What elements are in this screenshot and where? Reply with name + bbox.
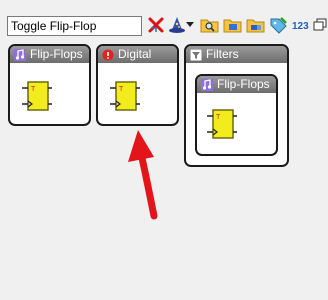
window-restore-icon [313, 18, 327, 31]
folder-open-button[interactable] [222, 14, 244, 36]
svg-text:T: T [216, 114, 221, 121]
panel-flipflops-header: Flip-Flops [10, 46, 89, 63]
panel-filters-flipflops[interactable]: Flip-Flops T [195, 74, 278, 156]
numeric-sort-icon: 123 [292, 21, 309, 32]
panel-filters[interactable]: Filters Flip-Flops T [184, 44, 289, 167]
wizard-dropdown-button[interactable] [184, 14, 196, 36]
tag-edit-button[interactable] [268, 14, 290, 36]
panel-filters-flipflops-header: Flip-Flops [197, 76, 276, 93]
flipflop-component-icon[interactable]: T [21, 80, 53, 114]
funnel-icon [190, 48, 202, 61]
tag-edit-icon [270, 17, 287, 34]
folder-add-icon [246, 19, 265, 33]
panel-digital-header: Digital [98, 46, 177, 63]
music-note-icon [14, 48, 26, 61]
filters-flipflop-component-icon[interactable]: T [206, 108, 238, 142]
folder-search-button[interactable] [199, 14, 221, 36]
panel-filters-header: Filters [186, 46, 287, 63]
svg-text:T: T [31, 86, 36, 93]
clear-filter-button[interactable] [145, 14, 167, 36]
music-note-icon [201, 78, 213, 91]
panel-filters-flipflops-title: Flip-Flops [217, 77, 270, 91]
svg-text:T: T [119, 86, 124, 93]
search-input[interactable] [7, 16, 142, 36]
panel-digital[interactable]: Digital T [96, 44, 179, 126]
panel-flipflops-title: Flip-Flops [30, 47, 83, 61]
clear-filter-icon [148, 17, 164, 33]
folder-open-icon [223, 19, 242, 33]
panel-flipflops[interactable]: Flip-Flops T [8, 44, 91, 126]
panel-digital-title: Digital [118, 47, 152, 61]
panel-filters-title: Filters [206, 47, 239, 61]
folder-add-button[interactable] [245, 14, 267, 36]
folder-search-icon [200, 19, 219, 33]
window-restore-button[interactable] [312, 14, 328, 36]
digital-component-icon[interactable]: T [109, 80, 141, 114]
dropdown-arrow-icon [186, 22, 194, 27]
red-circle-icon [102, 49, 114, 60]
numeric-sort-label: 123 [292, 21, 309, 32]
numeric-sort-button[interactable]: 123 [291, 14, 313, 36]
toolbar: 123 [0, 0, 328, 44]
